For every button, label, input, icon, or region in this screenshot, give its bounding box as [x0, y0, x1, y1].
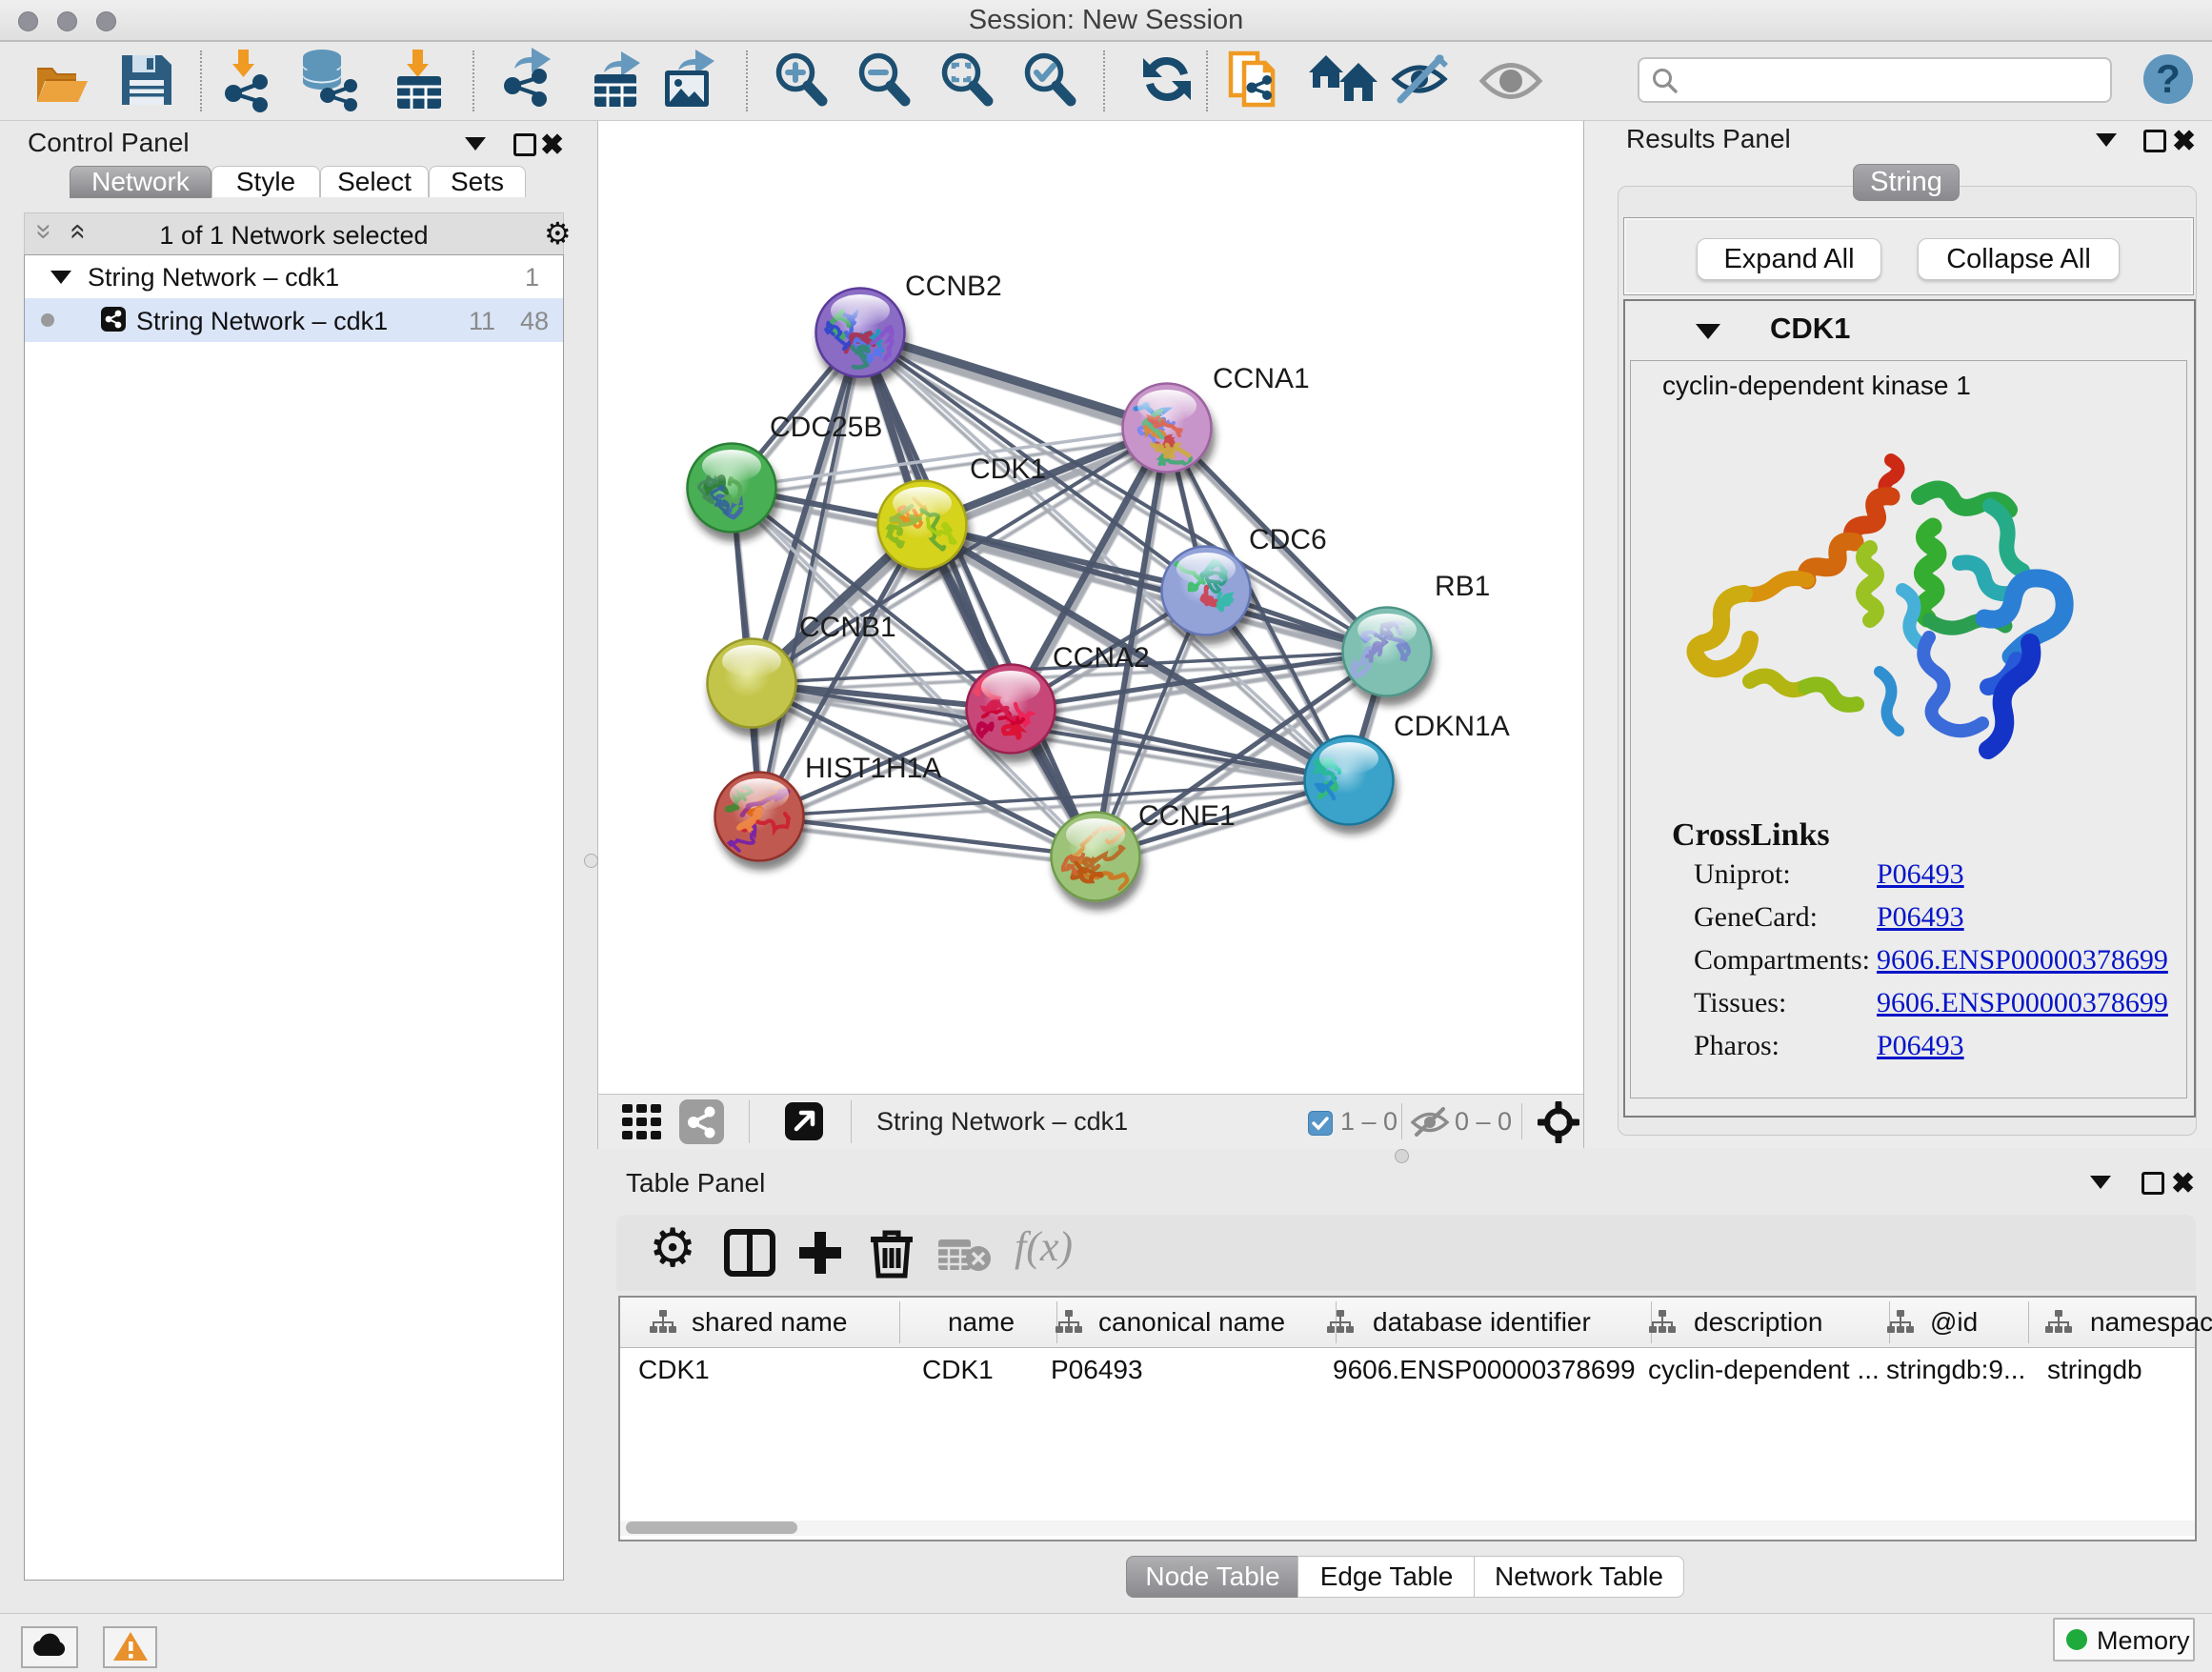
svg-text:RB1: RB1: [1435, 571, 1490, 602]
svg-text:HIST1H1A: HIST1H1A: [805, 753, 941, 784]
svg-text:CDC6: CDC6: [1249, 524, 1327, 555]
svg-text:CCNA1: CCNA1: [1213, 363, 1310, 394]
svg-text:CCNA2: CCNA2: [1053, 642, 1150, 674]
svg-text:CDKN1A: CDKN1A: [1394, 711, 1510, 742]
svg-text:CDK1: CDK1: [970, 453, 1046, 485]
svg-text:CCNE1: CCNE1: [1138, 800, 1236, 832]
svg-text:CDC25B: CDC25B: [770, 412, 882, 443]
svg-text:CCNB1: CCNB1: [799, 612, 896, 643]
svg-text:CCNB2: CCNB2: [905, 271, 1002, 302]
